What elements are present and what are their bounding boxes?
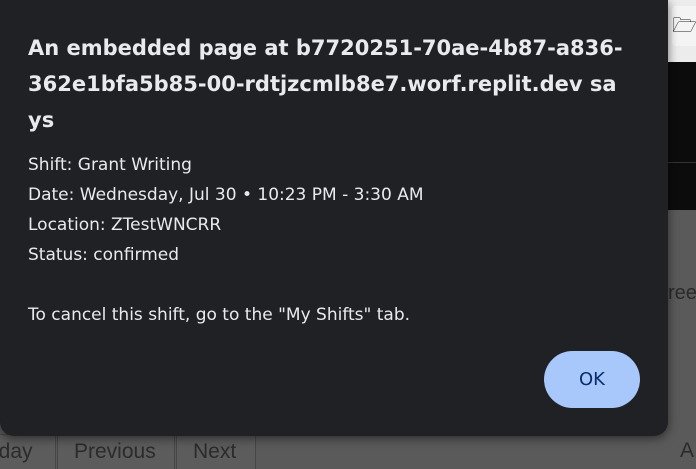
- background-nav-right-label: A: [680, 439, 695, 462]
- today-button: oday: [0, 434, 56, 469]
- background-partial-text: ree: [668, 282, 696, 304]
- ok-button[interactable]: OK: [544, 351, 640, 408]
- dialog-message: Shift: Grant Writing Date: Wednesday, Ju…: [28, 150, 640, 330]
- background-content-panel: [668, 62, 696, 210]
- next-button: Next: [176, 434, 256, 469]
- background-calendar-nav: oday Previous Next A: [0, 434, 696, 469]
- message-line-location: Location: ZTestWNCRR: [28, 215, 222, 235]
- message-line-status: Status: confirmed: [28, 245, 180, 265]
- message-line-date: Date: Wednesday, Jul 30 • 10:23 PM - 3:3…: [28, 185, 424, 205]
- message-spacer: [28, 270, 640, 300]
- dialog-title: An embedded page at b7720251-70ae-4b87-a…: [28, 36, 623, 132]
- message-line-cancel-hint: To cancel this shift, go to the "My Shif…: [28, 305, 411, 325]
- previous-button: Previous: [57, 434, 175, 469]
- message-line-shift: Shift: Grant Writing: [28, 155, 192, 175]
- alert-dialog: An embedded page at b7720251-70ae-4b87-a…: [0, 0, 668, 436]
- folder-icon: 🗁: [672, 6, 696, 46]
